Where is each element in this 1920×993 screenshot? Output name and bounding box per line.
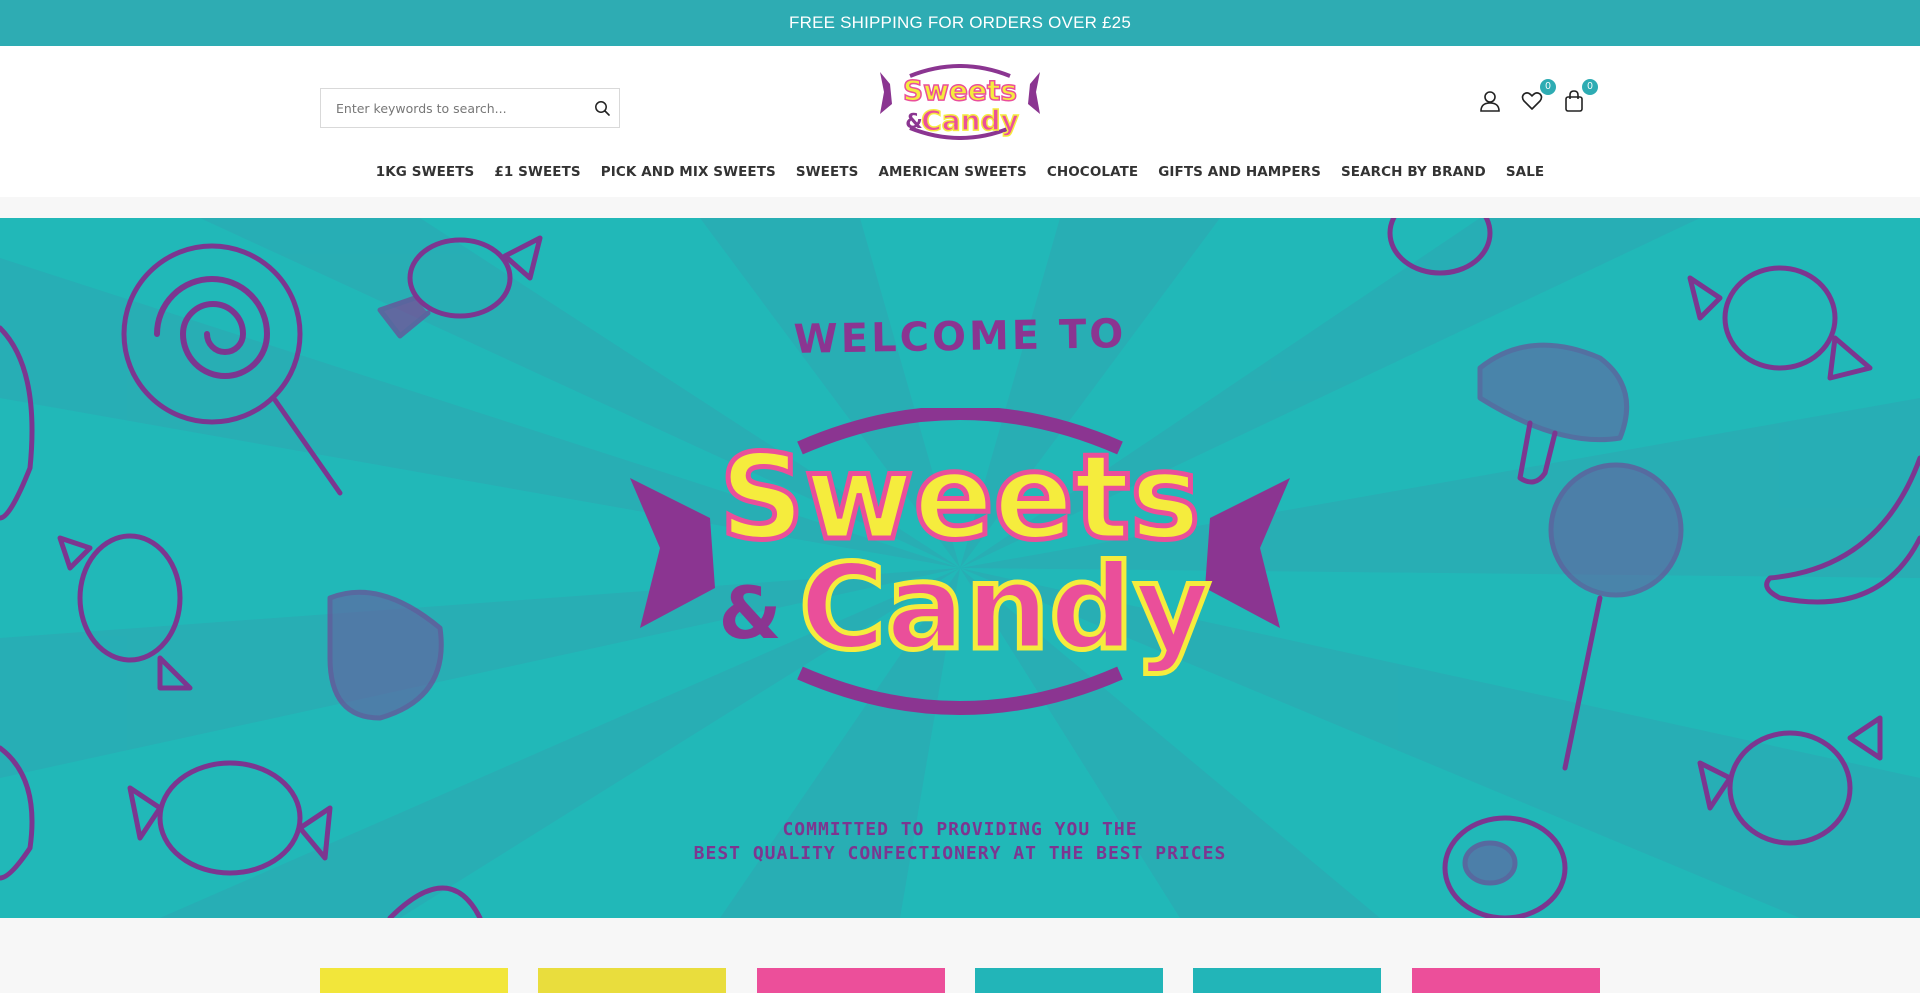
search-input[interactable] [321,89,585,127]
heart-icon [1521,92,1543,110]
logo-amp: & [905,109,922,133]
nav-search-by-brand[interactable]: SEARCH BY BRAND [1341,164,1486,180]
promo-text: FREE SHIPPING FOR ORDERS OVER £25 [789,13,1131,32]
nav-1kg-sweets[interactable]: 1KG SWEETS [376,164,475,180]
nav-gifts-and-hampers[interactable]: GIFTS AND HAMPERS [1158,164,1321,180]
wishlist-count-badge: 0 [1540,79,1556,95]
header-actions: 0 0 [1476,79,1598,116]
hero-tagline-line1: COMMITTED TO PROVIDING YOU THE [782,819,1138,840]
nav-sale[interactable]: SALE [1506,164,1544,180]
nav-chocolate[interactable]: CHOCOLATE [1047,164,1138,180]
user-icon[interactable] [1476,87,1504,115]
hero-logo-line2: Candy [799,538,1211,676]
cart-button[interactable]: 0 [1560,79,1598,115]
category-tile[interactable] [538,968,726,993]
main-navigation: 1KG SWEETS £1 SWEETS PICK AND MIX SWEETS… [0,164,1920,180]
category-tile[interactable] [757,968,945,993]
category-tile[interactable] [320,968,508,993]
category-tile[interactable] [1412,968,1600,993]
nav-american-sweets[interactable]: AMERICAN SWEETS [878,164,1026,180]
site-logo[interactable]: Sweets & Candy [880,64,1040,140]
logo-line2: Candy [921,104,1019,137]
category-tile[interactable] [1193,968,1381,993]
hero-logo-amp: & [719,571,782,655]
search-icon[interactable] [585,89,619,127]
hero-logo: Sweets & Candy [630,406,1290,718]
nav-sweets[interactable]: SWEETS [796,164,859,180]
category-tiles [0,918,1920,993]
category-tile[interactable] [975,968,1163,993]
nav-pick-and-mix-sweets[interactable]: PICK AND MIX SWEETS [601,164,776,180]
site-header: Sweets & Candy 0 0 1KG SWEETS £1 SWEETS … [0,46,1920,197]
wishlist-button[interactable]: 0 [1518,79,1556,115]
cart-count-badge: 0 [1582,79,1598,95]
logo-line1: Sweets [903,74,1017,107]
hero-banner[interactable]: WELCOME TO Sweets & Candy COMMITTED TO P… [0,218,1920,918]
hero-tagline: COMMITTED TO PROVIDING YOU THE BEST QUAL… [0,818,1920,866]
nav-1-pound-sweets[interactable]: £1 SWEETS [494,164,580,180]
hero-tagline-line2: BEST QUALITY CONFECTIONERY AT THE BEST P… [693,843,1227,864]
search-bar [320,88,620,128]
shopping-bag-icon [1565,90,1583,112]
promo-banner: FREE SHIPPING FOR ORDERS OVER £25 [0,0,1920,46]
